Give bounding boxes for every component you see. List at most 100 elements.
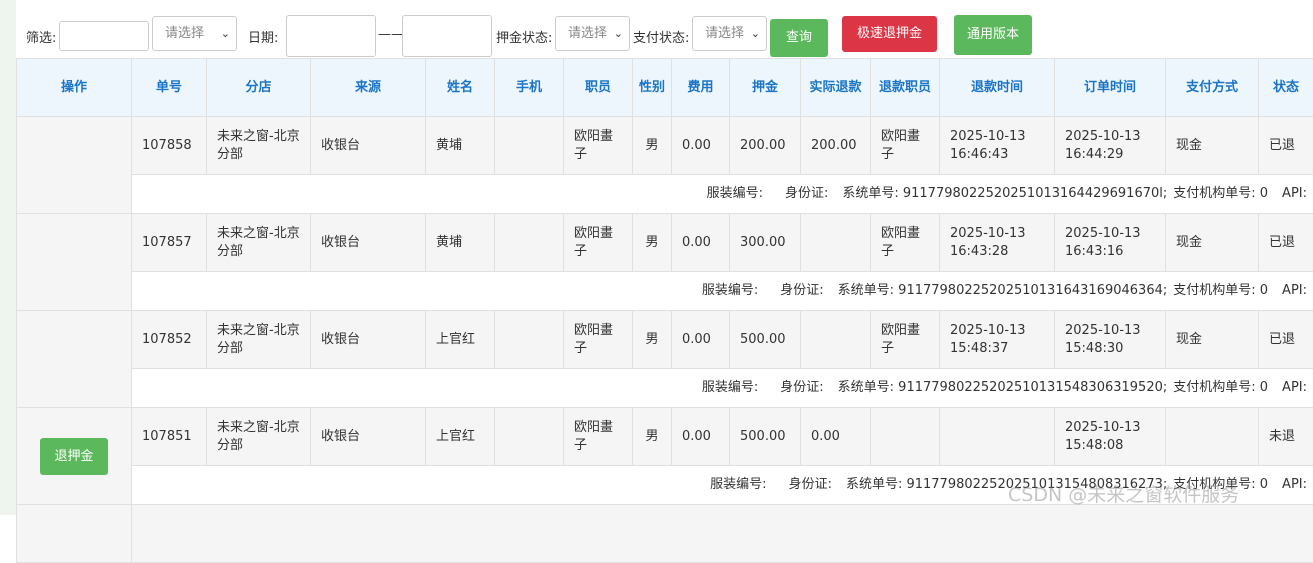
header-cell: 实际退款 bbox=[801, 59, 871, 117]
api-label: API: bbox=[1282, 283, 1307, 298]
header-cell: 来源 bbox=[311, 59, 426, 117]
refund-staff-cell bbox=[871, 408, 940, 466]
name-cell: 黄埔 bbox=[426, 117, 495, 175]
order-no-cell: 107857 bbox=[132, 214, 207, 272]
system-no: 系统单号: 9117798022520251013154830631952​0; bbox=[838, 380, 1168, 395]
action-cell bbox=[17, 214, 132, 311]
chevron-down-icon: ⌄ bbox=[751, 17, 760, 50]
id-card-label: 身份证: bbox=[780, 380, 823, 395]
general-version-button[interactable]: 通用版本 bbox=[954, 15, 1032, 55]
header-cell: 姓名 bbox=[426, 59, 495, 117]
filter-bar: 筛选: 请选择 ⌄ 日期: —— 押金状态: 请选择 ⌄ 支付状态: 请选择 ⌄… bbox=[0, 0, 1313, 58]
order-time-cell: 2025-10-13 16:44:29 bbox=[1055, 117, 1166, 175]
table-row: 107858 未来之窗-北京分部 收银台 黄埔 欧阳畫子 男 0.00 200.… bbox=[17, 117, 1313, 175]
filter-select[interactable]: 请选择 ⌄ bbox=[152, 16, 237, 51]
name-cell: 上官红 bbox=[426, 311, 495, 369]
refund-actual-cell: 200.00 bbox=[801, 117, 871, 175]
refund-actual-cell bbox=[801, 214, 871, 272]
fee-cell: 0.00 bbox=[672, 117, 730, 175]
store-cell: 未来之窗-北京分部 bbox=[207, 214, 311, 272]
refund-time-cell bbox=[940, 408, 1055, 466]
chevron-down-icon: ⌄ bbox=[221, 17, 230, 50]
header-cell: 职员 bbox=[564, 59, 633, 117]
refund-time-cell: 2025-10-13 15:48:37 bbox=[940, 311, 1055, 369]
system-no: 系统单号: 9117798022520251013164316904636​4; bbox=[838, 283, 1168, 298]
id-card-label: 身份证: bbox=[785, 186, 828, 201]
header-cell: 手机 bbox=[495, 59, 564, 117]
table-row: 107852 未来之窗-北京分部 收银台 上官红 欧阳畫子 男 0.00 500… bbox=[17, 311, 1313, 369]
api-label: API: bbox=[1282, 186, 1307, 201]
order-no-cell: 107852 bbox=[132, 311, 207, 369]
refund-actual-cell bbox=[801, 311, 871, 369]
filter-label: 筛选: bbox=[26, 27, 56, 46]
detail-cell: 服装编号: 身份证: 系统单号: 9117798022520251013164429… bbox=[132, 175, 1313, 214]
clothing-no-label: 服装编号: bbox=[707, 186, 763, 201]
status-cell: 已退 bbox=[1259, 117, 1313, 175]
pay-org-no: 支付机构单号: 0 bbox=[1173, 186, 1268, 201]
filter-select-value: 请选择 bbox=[165, 26, 204, 41]
action-cell bbox=[17, 311, 132, 408]
gender-cell: 男 bbox=[633, 408, 672, 466]
deposit-cell: 500.00 bbox=[730, 408, 801, 466]
store-cell: 未来之窗-北京分部 bbox=[207, 311, 311, 369]
date-to-input[interactable] bbox=[402, 15, 492, 57]
deposit-status-label: 押金状态: bbox=[496, 27, 552, 46]
order-no-cell: 107851 bbox=[132, 408, 207, 466]
refund-time-cell: 2025-10-13 16:46:43 bbox=[940, 117, 1055, 175]
status-cell: 未退 bbox=[1259, 408, 1313, 466]
pay-method-cell bbox=[1166, 408, 1259, 466]
phone-cell bbox=[495, 117, 564, 175]
pay-status-select[interactable]: 请选择 ⌄ bbox=[692, 16, 767, 51]
order-time-cell: 2025-10-13 15:48:08 bbox=[1055, 408, 1166, 466]
system-no: 系统单号: 9117798022520251013164429691670l; bbox=[842, 186, 1167, 201]
order-time-cell: 2025-10-13 16:43:16 bbox=[1055, 214, 1166, 272]
date-label: 日期: bbox=[248, 27, 278, 46]
source-cell: 收银台 bbox=[311, 408, 426, 466]
name-cell: 黄埔 bbox=[426, 214, 495, 272]
deposit-cell: 300.00 bbox=[730, 214, 801, 272]
deposit-status-value: 请选择 bbox=[568, 26, 607, 41]
query-button[interactable]: 查询 bbox=[770, 19, 828, 57]
gender-cell: 男 bbox=[633, 214, 672, 272]
source-cell: 收银台 bbox=[311, 311, 426, 369]
pay-method-cell: 现金 bbox=[1166, 117, 1259, 175]
staff-cell: 欧阳畫子 bbox=[564, 408, 633, 466]
pay-method-cell: 现金 bbox=[1166, 311, 1259, 369]
refund-staff-cell: 欧阳畫子 bbox=[871, 214, 940, 272]
table-row: 107857 未来之窗-北京分部 收银台 黄埔 欧阳畫子 男 0.00 300.… bbox=[17, 214, 1313, 272]
clothing-no-label: 服装编号: bbox=[710, 477, 766, 492]
header-cell: 性别 bbox=[633, 59, 672, 117]
store-cell: 未来之窗-北京分部 bbox=[207, 117, 311, 175]
api-label: API: bbox=[1282, 380, 1307, 395]
id-card-label: 身份证: bbox=[789, 477, 832, 492]
refund-actual-cell: 0.00 bbox=[801, 408, 871, 466]
csdn-watermark: CSDN @未来之窗软件服务 bbox=[1008, 480, 1239, 507]
table-row: 退押金 107851 未来之窗-北京分部 收银台 上官红 欧阳畫子 男 0.00… bbox=[17, 408, 1313, 466]
chevron-down-icon: ⌄ bbox=[614, 17, 623, 50]
date-from-input[interactable] bbox=[286, 15, 376, 57]
status-cell: 已退 bbox=[1259, 214, 1313, 272]
deposit-cell: 200.00 bbox=[730, 117, 801, 175]
table-row-partial bbox=[17, 505, 1313, 563]
filter-input[interactable] bbox=[59, 21, 149, 51]
refund-deposit-button[interactable]: 退押金 bbox=[40, 438, 107, 475]
phone-cell bbox=[495, 408, 564, 466]
status-cell: 已退 bbox=[1259, 311, 1313, 369]
header-cell: 退款时间 bbox=[940, 59, 1055, 117]
refund-time-cell: 2025-10-13 16:43:28 bbox=[940, 214, 1055, 272]
pay-status-value: 请选择 bbox=[705, 26, 744, 41]
pay-org-no: 支付机构单号: 0 bbox=[1173, 380, 1268, 395]
header-cell: 支付方式 bbox=[1166, 59, 1259, 117]
pay-org-no: 支付机构单号: 0 bbox=[1173, 283, 1268, 298]
fee-cell: 0.00 bbox=[672, 311, 730, 369]
quick-refund-button[interactable]: 极速退押金 bbox=[842, 16, 937, 52]
deposit-cell: 500.00 bbox=[730, 311, 801, 369]
phone-cell bbox=[495, 311, 564, 369]
header-cell: 分店 bbox=[207, 59, 311, 117]
name-cell: 上官红 bbox=[426, 408, 495, 466]
deposit-status-select[interactable]: 请选择 ⌄ bbox=[555, 16, 630, 51]
header-cell: 操作 bbox=[17, 59, 132, 117]
detail-cell: 服装编号:身份证:系统单号: 9117798022520251013164316… bbox=[132, 272, 1313, 311]
date-separator: —— bbox=[378, 27, 404, 42]
id-card-label: 身份证: bbox=[780, 283, 823, 298]
